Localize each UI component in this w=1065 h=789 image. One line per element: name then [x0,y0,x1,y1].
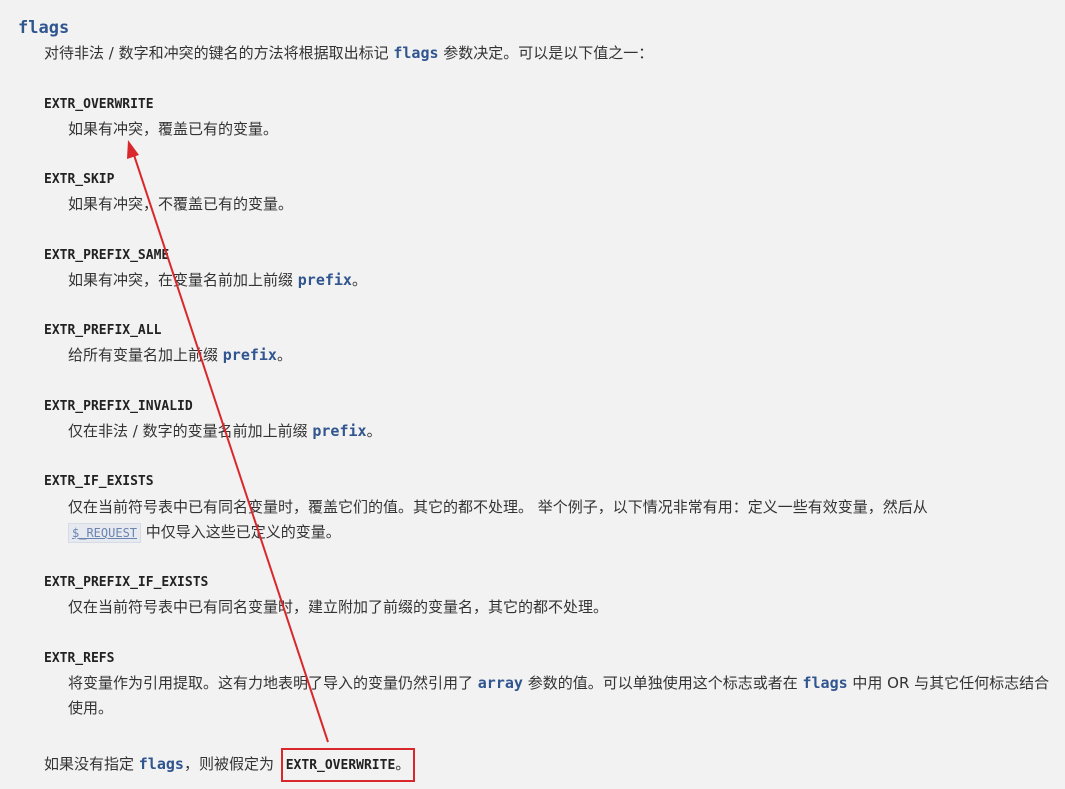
desc-extr-prefix-all: 给所有变量名加上前缀 prefix。 [68,343,1053,368]
arrow-shaft [132,151,329,743]
footer-text-before: 如果没有指定 [44,755,139,773]
desc-extr-refs: 将变量作为引用提取。这有力地表明了导入的变量仍然引用了 array 参数的值。可… [68,671,1053,721]
intro-text-before: 对待非法 / 数字和冲突的键名的方法将根据取出标记 [44,44,394,62]
const-extr-refs: EXTR_REFS [44,651,115,666]
desc-extr-overwrite: 如果有冲突，覆盖已有的变量。 [68,120,279,138]
arrow-head-icon [127,140,139,159]
intro-flags-code: flags [393,44,439,62]
desc-line: $_REQUEST 中仅导入这些已定义的变量。 [68,520,1053,545]
desc-extr-prefix-invalid: 仅在非法 / 数字的变量名前加上前缀 prefix。 [68,419,1053,444]
array-code: array [477,674,523,692]
desc-text: 参数的值。可以单独使用这个标志或者在 [522,674,803,692]
flags-heading: flags [18,18,70,38]
footer-flags-code: flags [138,755,184,773]
prefix-code: prefix [312,422,367,440]
const-extr-skip: EXTR_SKIP [44,172,115,187]
request-link[interactable]: $_REQUEST [68,523,142,543]
desc-extr-skip: 如果有冲突，不覆盖已有的变量。 [68,195,294,213]
intro-text-after: 参数决定。可以是以下值之一： [438,44,654,62]
desc-text: 中仅导入这些已定义的变量。 [141,523,341,541]
desc-text: 如果有冲突，在变量名前加上前缀 [68,271,298,289]
highlight-box: EXTR_OVERWRITE。 [280,748,416,782]
boxed-extr-overwrite: EXTR_OVERWRITE [285,758,396,773]
const-extr-prefix-same: EXTR_PREFIX_SAME [44,248,170,263]
boxed-period: 。 [395,755,411,773]
flags-code: flags [802,674,848,692]
desc-text: 。 [366,422,382,440]
desc-text: 仅在非法 / 数字的变量名前加上前缀 [68,422,313,440]
desc-text: 。 [351,271,367,289]
const-extr-prefix-if-exists: EXTR_PREFIX_IF_EXISTS [44,575,209,590]
const-extr-overwrite: EXTR_OVERWRITE [44,97,154,112]
const-extr-prefix-invalid: EXTR_PREFIX_INVALID [44,399,193,414]
desc-text: 。 [276,346,292,364]
intro-paragraph: 对待非法 / 数字和冲突的键名的方法将根据取出标记 flags 参数决定。可以是… [44,42,653,64]
prefix-code: prefix [222,346,277,364]
prefix-code: prefix [297,271,352,289]
desc-line: 仅在当前符号表中已有同名变量时，覆盖它们的值。其它的都不处理。 举个例子，以下情… [68,498,928,516]
desc-text: 给所有变量名加上前缀 [68,346,223,364]
const-extr-if-exists: EXTR_IF_EXISTS [44,474,154,489]
footer-text-middle: ，则被假定为 [183,755,279,773]
desc-extr-prefix-same: 如果有冲突，在变量名前加上前缀 prefix。 [68,268,1053,293]
const-extr-prefix-all: EXTR_PREFIX_ALL [44,323,162,338]
desc-extr-prefix-if-exists: 仅在当前符号表中已有同名变量时，建立附加了前缀的变量名，其它的都不处理。 [68,598,609,616]
default-note: 如果没有指定 flags，则被假定为 EXTR_OVERWRITE。 [44,748,416,782]
desc-extr-if-exists: 仅在当前符号表中已有同名变量时，覆盖它们的值。其它的都不处理。 举个例子，以下情… [68,495,1053,545]
desc-text: 将变量作为引用提取。这有力地表明了导入的变量仍然引用了 [68,674,478,692]
